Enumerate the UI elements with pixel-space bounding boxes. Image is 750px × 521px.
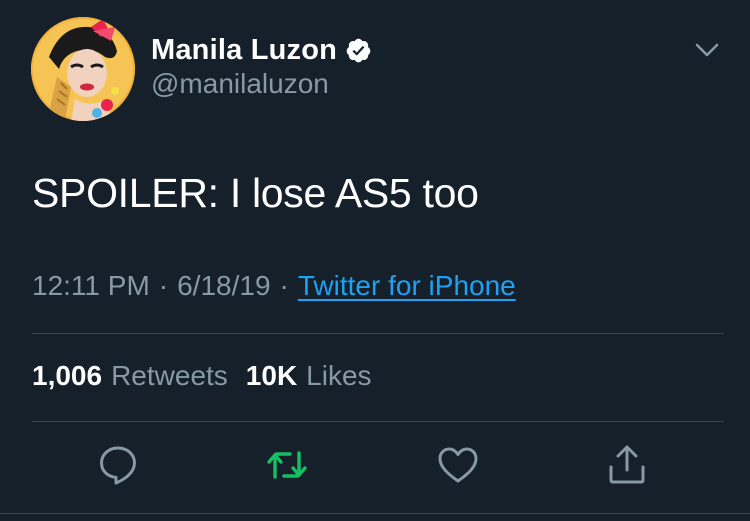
separator: · (279, 270, 289, 301)
author-name-row[interactable]: Manila Luzon (151, 30, 372, 70)
divider (32, 333, 724, 334)
separator: · (158, 270, 169, 301)
verified-badge-icon (345, 37, 372, 64)
divider (32, 421, 724, 422)
retweet-button[interactable] (265, 443, 309, 487)
divider (0, 513, 750, 514)
share-button[interactable] (605, 443, 649, 487)
tweet-metadata: 12:11 PM · 6/18/19 · Twitter for iPhone (32, 270, 516, 302)
retweets-stat[interactable]: 1,006 Retweets (32, 360, 228, 392)
avatar-image (31, 17, 135, 121)
retweet-icon (267, 451, 307, 479)
source-link[interactable]: Twitter for iPhone (298, 270, 516, 302)
tweet-detail: Manila Luzon @manilaluzon SPOILER: I los… (0, 0, 750, 521)
display-name[interactable]: Manila Luzon (151, 34, 337, 67)
reply-button[interactable] (96, 443, 140, 487)
author-handle[interactable]: @manilaluzon (151, 68, 329, 100)
retweets-count: 1,006 (32, 360, 103, 391)
likes-stat[interactable]: 10K Likes (246, 360, 372, 392)
like-button[interactable] (436, 443, 480, 487)
avatar[interactable] (31, 17, 135, 121)
tweet-time[interactable]: 12:11 PM (32, 270, 150, 302)
heart-icon (438, 447, 478, 483)
engagement-stats: 1,006 Retweets 10K Likes (32, 360, 372, 392)
share-icon (609, 445, 645, 484)
reply-icon (100, 446, 136, 485)
likes-count: 10K (245, 360, 298, 391)
action-bar (0, 443, 750, 491)
tweet-text: SPOILER: I lose AS5 too (32, 170, 479, 216)
likes-label: Likes (306, 360, 372, 391)
chevron-down-icon[interactable] (690, 36, 724, 66)
retweets-label: Retweets (111, 360, 228, 391)
tweet-date[interactable]: 6/18/19 (177, 270, 270, 302)
